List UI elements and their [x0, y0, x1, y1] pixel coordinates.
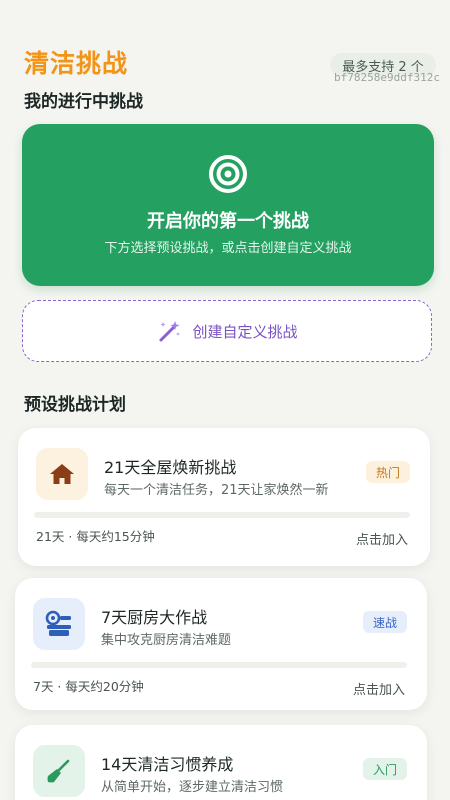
page-title: 清洁挑战 [24, 49, 129, 78]
plan-card-21day[interactable]: 21天全屋焕新挑战 每天一个清洁任务，21天让家焕然一新 热门 21天 · 每天… [18, 428, 430, 566]
plan-icon-box [36, 448, 88, 500]
kitchen-icon [45, 610, 71, 636]
plan-description: 集中攻克厨房清洁难题 [101, 633, 232, 648]
plan-title: 21天全屋焕新挑战 [104, 458, 237, 477]
plan-tag: 入门 [362, 758, 407, 780]
plan-title: 7天厨房大作战 [101, 608, 208, 627]
plan-title: 14天清洁习惯养成 [101, 755, 234, 774]
build-hash: bf78258e9ddf312c [334, 71, 440, 84]
challenge-page: 清洁挑战 最多支持 2 个 bf78258e9ddf312c 我的进行中挑战 开… [0, 0, 450, 800]
house-icon [50, 464, 74, 484]
plan-icon-box [33, 598, 85, 650]
plan-description: 每天一个清洁任务，21天让家焕然一新 [104, 483, 329, 498]
plan-tag: 速战 [362, 611, 407, 633]
join-plan-link[interactable]: 点击加入 [356, 529, 408, 548]
plan-description: 从简单开始，逐步建立清洁习惯 [101, 780, 284, 795]
start-first-challenge-card[interactable]: 开启你的第一个挑战 下方选择预设挑战，或点击创建自定义挑战 [22, 124, 434, 286]
plan-icon-box [33, 745, 85, 797]
hero-title: 开启你的第一个挑战 [147, 211, 309, 232]
magic-wand-icon [159, 321, 181, 342]
plan-meta: 7天 · 每天约20分钟 [33, 679, 144, 694]
create-custom-challenge-button[interactable]: 创建自定义挑战 [22, 300, 432, 362]
broom-icon [47, 759, 70, 783]
join-plan-link[interactable]: 点击加入 [353, 679, 405, 698]
create-button-label: 创建自定义挑战 [192, 322, 298, 341]
plan-progress-bar [34, 512, 410, 518]
plan-tag: 热门 [365, 461, 410, 483]
plan-card-7day[interactable]: 7天厨房大作战 集中攻克厨房清洁难题 速战 7天 · 每天约20分钟 点击加入 [15, 578, 427, 710]
target-icon [209, 155, 247, 193]
active-challenges-heading: 我的进行中挑战 [24, 92, 143, 112]
plan-meta: 21天 · 每天约15分钟 [36, 529, 155, 544]
hero-subtitle: 下方选择预设挑战，或点击创建自定义挑战 [104, 241, 352, 256]
preset-plans-heading: 预设挑战计划 [24, 395, 126, 415]
plan-progress-bar [31, 662, 407, 668]
plan-card-14day[interactable]: 14天清洁习惯养成 从简单开始，逐步建立清洁习惯 入门 [15, 725, 427, 800]
